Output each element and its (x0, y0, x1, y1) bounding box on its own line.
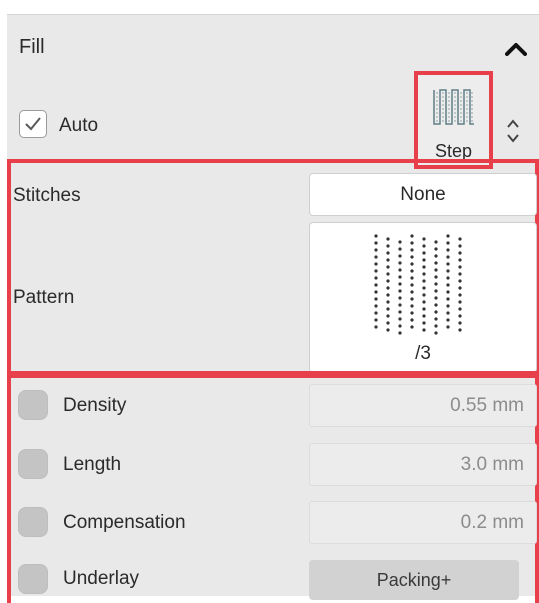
underlay-label: Underlay (63, 568, 140, 589)
length-toggle[interactable] (18, 449, 48, 479)
density-toggle[interactable] (18, 390, 48, 420)
pattern-preview-icon (374, 234, 462, 335)
pattern-select[interactable]: /3 (309, 222, 537, 373)
length-value[interactable]: 3.0 mm (309, 443, 537, 486)
collapse-button[interactable] (502, 35, 530, 63)
step-type-button[interactable]: Step (414, 71, 493, 169)
compensation-value[interactable]: 0.2 mm (309, 501, 537, 544)
density-label: Density (63, 395, 127, 416)
pattern-label: Pattern (13, 287, 75, 308)
underlay-select[interactable]: Packing+ (309, 560, 519, 600)
fill-panel: Fill Auto Step Stitches None Pattern /3 … (7, 14, 539, 603)
checkmark-icon (25, 117, 41, 131)
auto-label: Auto (59, 115, 99, 136)
panel-title: Fill (19, 36, 45, 58)
stitches-label: Stitches (13, 185, 81, 206)
underlay-toggle[interactable] (18, 564, 48, 594)
step-stitch-icon (433, 89, 474, 125)
length-label: Length (63, 454, 122, 475)
stitches-select[interactable]: None (309, 173, 537, 216)
compensation-toggle[interactable] (18, 507, 48, 537)
chevron-up-icon (505, 43, 527, 56)
step-spinner[interactable] (502, 111, 524, 151)
up-down-chevron-icon (507, 119, 519, 143)
density-value[interactable]: 0.55 mm (309, 384, 537, 427)
auto-checkbox[interactable] (19, 110, 47, 138)
compensation-label: Compensation (63, 512, 186, 533)
pattern-value: /3 (415, 343, 431, 364)
